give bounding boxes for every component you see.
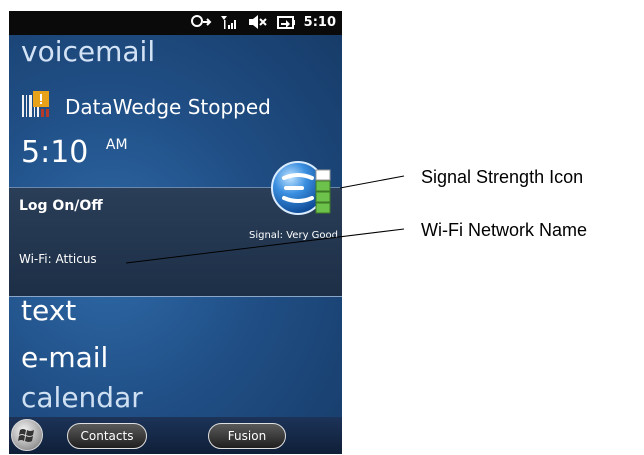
wifi-name-callout: Wi-Fi Network Name <box>421 220 588 240</box>
signal-strength-callout: Signal Strength Icon <box>421 167 584 187</box>
wifi-callout-line <box>125 228 405 264</box>
signal-callout-line <box>339 175 405 189</box>
